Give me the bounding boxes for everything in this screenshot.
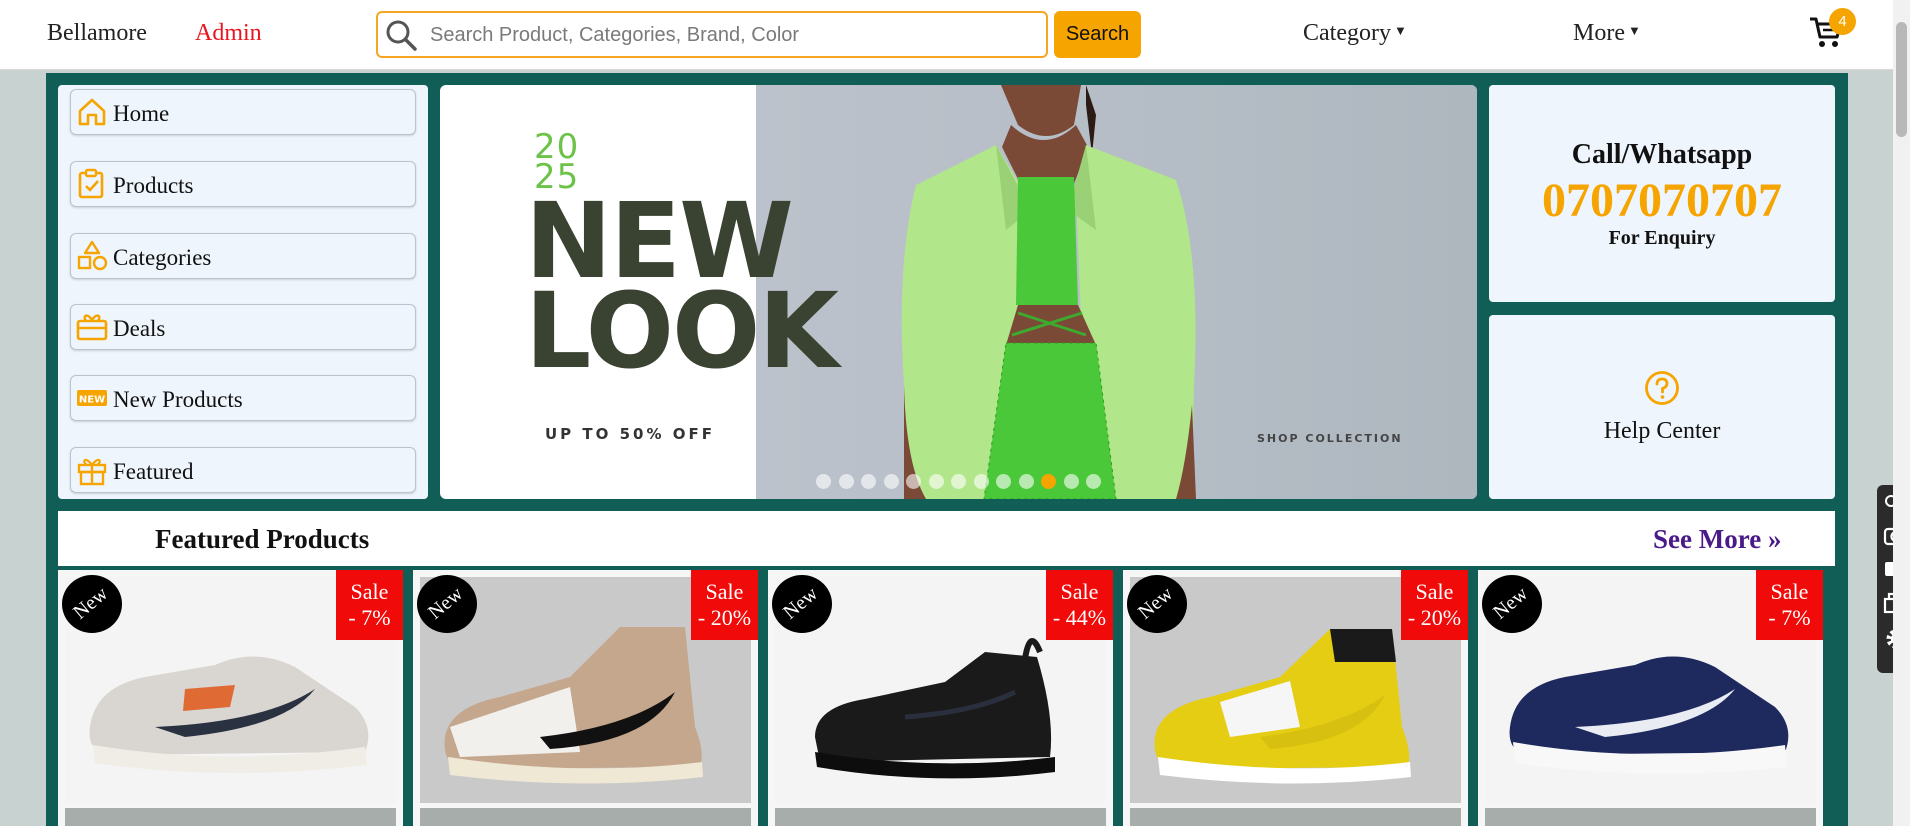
featured-products-header: Featured Products See More » (58, 511, 1835, 566)
search-input[interactable] (430, 19, 1030, 51)
product-card[interactable]: New Sale - 20% (1123, 570, 1468, 826)
discount-label: - 20% (1407, 605, 1462, 630)
category-dropdown-label: Category (1303, 20, 1391, 46)
caret-down-icon: ▼ (1393, 23, 1407, 38)
admin-link[interactable]: Admin (195, 20, 262, 47)
cart-count-badge: 4 (1829, 8, 1856, 35)
see-more-link[interactable]: See More » (1653, 524, 1781, 555)
discount-label: - 7% (1768, 605, 1811, 630)
help-center-card[interactable]: Help Center (1489, 315, 1835, 499)
product-info-bar (775, 808, 1106, 826)
product-card[interactable]: New Sale - 7% (58, 570, 403, 826)
product-info-bar (420, 808, 751, 826)
carousel-dot[interactable] (951, 474, 966, 489)
banner-headline-line2: LOOK (525, 270, 839, 392)
sidebar-item-featured[interactable]: Featured (70, 447, 416, 493)
new-badge: New (62, 575, 122, 633)
sale-badge-label: Sale (350, 579, 389, 604)
sidebar-item-label: Deals (113, 316, 166, 341)
new-badge: New (1127, 575, 1187, 633)
sale-badge: Sale - 7% (336, 570, 403, 640)
shapes-icon (77, 240, 108, 271)
search-icon (386, 20, 417, 51)
sidebar-item-label: Home (113, 101, 170, 126)
product-card[interactable]: New Sale - 7% (1478, 570, 1823, 826)
new-badge-label: New (424, 582, 468, 624)
contact-phone[interactable]: 0707070707 (1489, 173, 1835, 228)
sidebar-item-categories[interactable]: Categories (70, 233, 416, 279)
page-scrollbar[interactable] (1893, 0, 1910, 826)
new-badge-icon: NEW (77, 390, 107, 406)
section-title: Featured Products (155, 524, 370, 554)
carousel-dot[interactable] (1041, 474, 1056, 489)
svg-text:NEW: NEW (79, 395, 105, 406)
sale-badge: Sale - 44% (1046, 570, 1113, 640)
product-info-bar (1485, 808, 1816, 826)
sidebar-item-deals[interactable]: Deals (70, 304, 416, 350)
carousel-dot[interactable] (1063, 474, 1079, 489)
gift-icon (77, 458, 107, 486)
product-card[interactable]: New Sale - 20% (413, 570, 758, 826)
sale-badge: Sale - 7% (1756, 570, 1823, 640)
sale-badge: Sale - 20% (1401, 570, 1468, 640)
new-badge: New (772, 575, 832, 633)
sale-badge: Sale - 20% (691, 570, 758, 640)
contact-title: Call/Whatsapp (1571, 139, 1753, 170)
product-card[interactable]: New Sale - 44% (768, 570, 1113, 826)
sidebar-item-label: Featured (113, 459, 194, 484)
sidebar-item-label: Categories (113, 245, 212, 270)
search-button[interactable]: Search (1054, 11, 1141, 58)
search-box (376, 11, 1048, 58)
scrollbar-thumb[interactable] (1896, 22, 1907, 137)
product-info-bar (65, 808, 396, 826)
more-dropdown[interactable]: More ▼ (1573, 20, 1641, 47)
brand-logo[interactable]: Bellamore (47, 20, 147, 47)
carousel-dot[interactable] (906, 474, 921, 489)
new-badge: New (417, 575, 477, 633)
caret-down-icon: ▼ (1627, 23, 1641, 38)
banner-offer-text: UP TO 50% OFF (545, 425, 715, 443)
carousel-dot[interactable] (973, 474, 989, 489)
more-dropdown-label: More (1573, 20, 1625, 46)
sidebar-item-label: Products (113, 173, 194, 198)
sale-badge-label: Sale (705, 579, 744, 604)
discount-label: - 20% (697, 605, 752, 630)
sidebar-menu: Home Products Categories Deals NEW New P… (58, 85, 428, 499)
new-badge: New (1482, 575, 1542, 633)
sidebar-item-home[interactable]: Home (70, 89, 416, 135)
carousel-dot[interactable] (816, 474, 831, 489)
carousel-dot[interactable] (838, 474, 854, 489)
gift-box-icon (76, 314, 108, 341)
carousel-dot[interactable] (1018, 474, 1034, 489)
new-badge-label: New (779, 582, 823, 624)
home-icon (78, 98, 106, 126)
carousel-dot[interactable] (1086, 474, 1101, 489)
help-center-label: Help Center (1603, 418, 1721, 444)
new-badge-label: New (1489, 582, 1533, 624)
sidebar-item-label: New Products (113, 387, 243, 412)
sidebar-item-products[interactable]: Products (70, 161, 416, 207)
sidebar-item-new-products[interactable]: NEW New Products (70, 375, 416, 421)
sale-badge-label: Sale (1770, 579, 1809, 604)
contact-subtitle: For Enquiry (1608, 227, 1716, 249)
category-dropdown[interactable]: Category ▼ (1303, 20, 1407, 47)
contact-card: Call/Whatsapp 0707070707 For Enquiry (1489, 85, 1835, 302)
clipboard-check-icon (78, 168, 104, 199)
sale-badge-label: Sale (1415, 579, 1454, 604)
top-navbar: Bellamore Admin Search Category▼ More▼ 4 (0, 0, 1910, 70)
discount-label: - 44% (1052, 605, 1107, 630)
sale-badge-label: Sale (1060, 579, 1099, 604)
product-info-bar (1130, 808, 1461, 826)
carousel-dot[interactable] (928, 474, 944, 489)
new-badge-label: New (69, 582, 113, 624)
new-badge-label: New (1134, 582, 1178, 624)
hero-banner[interactable]: 20 25 NEW LOOK UP TO 50% OFF SHOP COLLEC… (440, 85, 1477, 499)
carousel-dot[interactable] (996, 474, 1011, 489)
carousel-dot[interactable] (883, 474, 899, 489)
question-circle-icon (1645, 371, 1679, 405)
shop-collection-link[interactable]: SHOP COLLECTION (1257, 432, 1403, 445)
carousel-dot[interactable] (861, 474, 876, 489)
discount-label: - 7% (348, 605, 391, 630)
